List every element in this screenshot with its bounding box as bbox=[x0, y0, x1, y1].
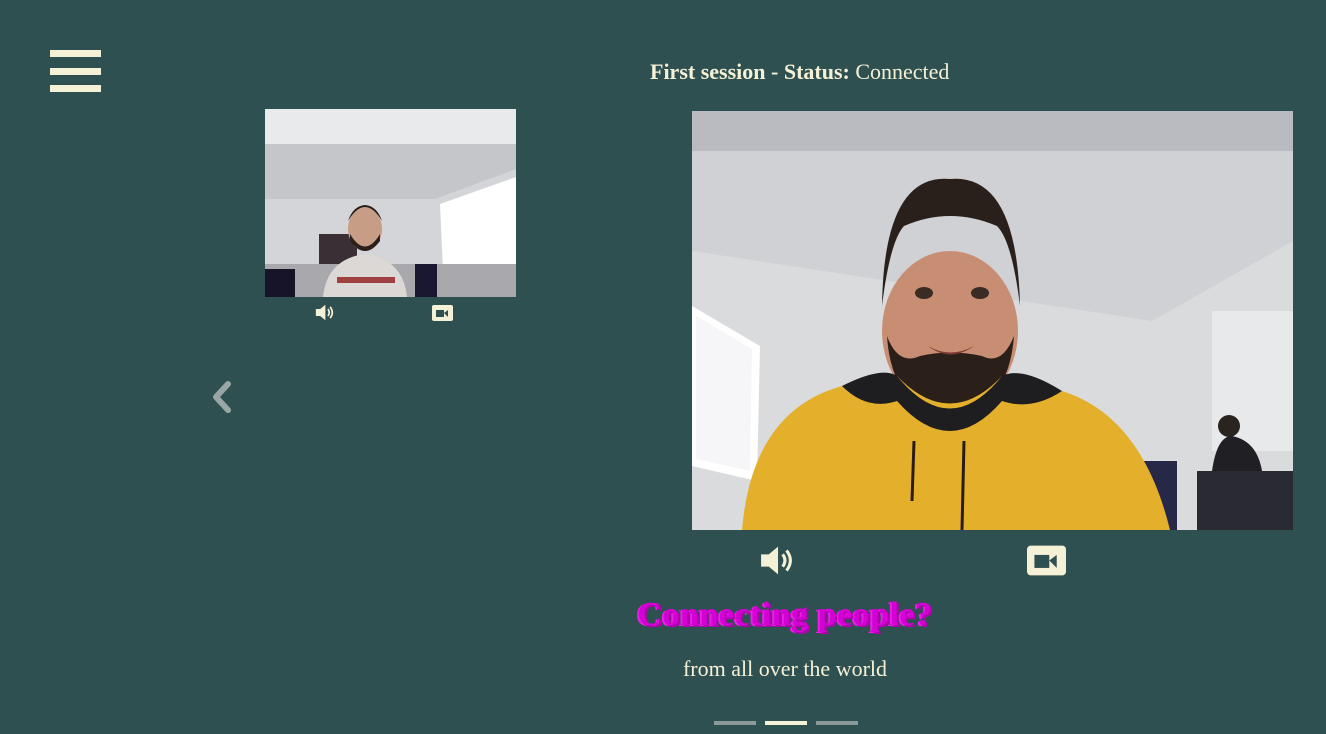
status-value: Connected bbox=[855, 59, 950, 84]
carousel-subheading: from all over the world bbox=[682, 656, 888, 681]
local-camera-icon[interactable] bbox=[432, 305, 453, 321]
menu-bar bbox=[50, 85, 101, 92]
carousel-indicator-1[interactable] bbox=[714, 721, 756, 725]
remote-camera-icon[interactable] bbox=[1027, 545, 1066, 576]
session-name: First session bbox=[650, 59, 766, 84]
remote-speaker-icon[interactable] bbox=[758, 543, 795, 578]
local-speaker-icon[interactable] bbox=[314, 303, 335, 322]
menu-bar bbox=[50, 67, 101, 75]
carousel-indicator-2[interactable] bbox=[765, 721, 807, 725]
local-video bbox=[265, 109, 516, 297]
session-title: First session - Status: Connected bbox=[650, 59, 949, 85]
chevron-left-icon[interactable] bbox=[208, 378, 236, 416]
carousel-heading: Connecting people? bbox=[637, 596, 933, 633]
hamburger-menu-icon[interactable] bbox=[50, 50, 101, 92]
carousel-indicators bbox=[714, 721, 858, 725]
title-separator: - bbox=[771, 59, 779, 84]
carousel-indicator-3[interactable] bbox=[816, 721, 858, 725]
video-session-page: First session - Status: Connected Connec… bbox=[0, 0, 1326, 734]
status-label: Status: bbox=[783, 59, 850, 84]
remote-video bbox=[692, 111, 1293, 530]
menu-bar bbox=[50, 50, 101, 57]
